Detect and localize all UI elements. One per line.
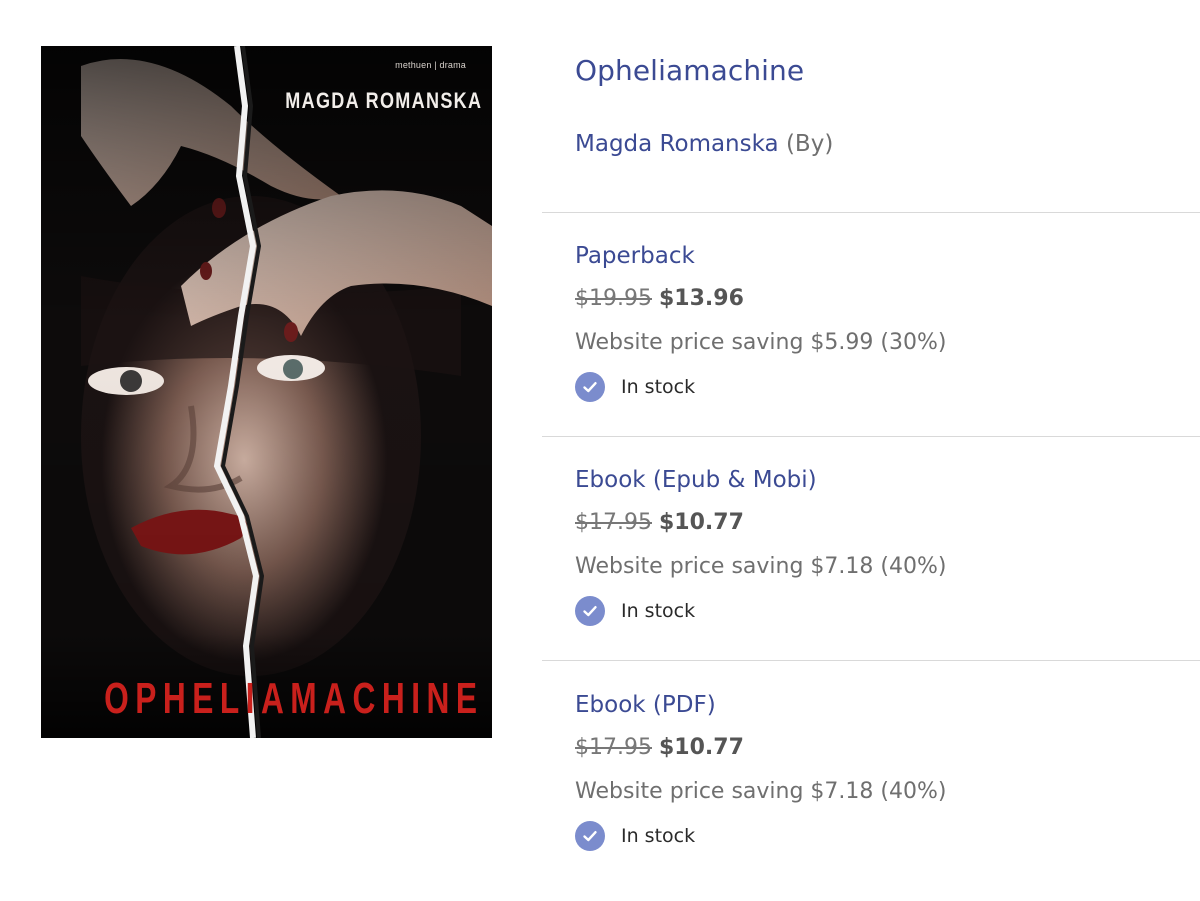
cover-artwork <box>41 46 492 738</box>
check-circle-icon <box>575 372 605 402</box>
divider <box>542 660 1200 661</box>
cover-author: MAGDA ROMANSKA <box>284 88 482 113</box>
original-price: $17.95 <box>575 735 652 760</box>
check-circle-icon <box>575 821 605 851</box>
sale-price: $10.77 <box>658 735 744 760</box>
format-option-paperback: Paperback $19.95 $13.96 Website price sa… <box>575 239 1195 403</box>
price-saving: Website price saving $7.18 (40%) <box>575 554 947 579</box>
original-price: $19.95 <box>575 286 652 311</box>
stock-label: In stock <box>621 600 696 622</box>
format-name-link[interactable]: Ebook (PDF) <box>575 688 1195 722</box>
cover-publisher-logo: methuen | drama <box>395 60 466 70</box>
stock-status: In stock <box>575 820 1195 852</box>
price-saving: Website price saving $7.18 (40%) <box>575 779 947 804</box>
original-price: $17.95 <box>575 510 652 535</box>
contributor: Magda Romanska (By) <box>575 131 833 157</box>
stock-status: In stock <box>575 595 1195 627</box>
format-price: $17.95 $10.77 <box>575 507 1195 539</box>
divider <box>542 212 1200 213</box>
stock-label: In stock <box>621 376 696 398</box>
stock-status: In stock <box>575 371 1195 403</box>
contributor-role: (By) <box>785 131 834 157</box>
format-option-ebook-epub-mobi: Ebook (Epub & Mobi) $17.95 $10.77 Websit… <box>575 463 1195 627</box>
format-price: $19.95 $13.96 <box>575 283 1195 315</box>
product-title[interactable]: Opheliamachine <box>575 54 804 87</box>
contributor-link[interactable]: Magda Romanska <box>575 131 779 157</box>
price-saving: Website price saving $5.99 (30%) <box>575 330 947 355</box>
format-name-link[interactable]: Ebook (Epub & Mobi) <box>575 463 1195 497</box>
divider <box>542 436 1200 437</box>
cover-title: OPHELIAMACHINE <box>104 674 484 723</box>
stock-label: In stock <box>621 825 696 847</box>
sale-price: $13.96 <box>658 286 744 311</box>
sale-price: $10.77 <box>658 510 744 535</box>
check-circle-icon <box>575 596 605 626</box>
book-cover-image[interactable]: methuen | drama MAGDA ROMANSKA OPHELIAMA… <box>41 46 492 738</box>
format-price: $17.95 $10.77 <box>575 732 1195 764</box>
format-name-link[interactable]: Paperback <box>575 239 1195 273</box>
format-option-ebook-pdf: Ebook (PDF) $17.95 $10.77 Website price … <box>575 688 1195 852</box>
